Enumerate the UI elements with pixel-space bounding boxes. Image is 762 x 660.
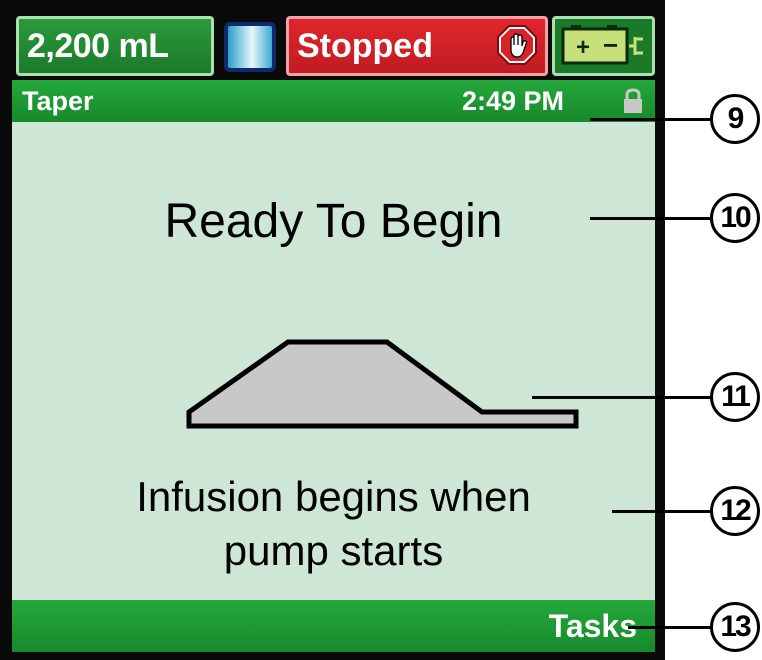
callout-13: 13 [710,602,760,652]
status-bar: 2,200 mL Stopped + − [12,12,655,80]
pump-status-text: Stopped [297,27,433,65]
callout-line-9 [590,118,712,121]
volume-value: 2,200 mL [27,27,169,65]
message-line-2: pump starts [223,527,444,574]
ready-title: Ready To Begin [164,195,503,248]
svg-text:+: + [576,34,590,61]
taper-profile-graphic [186,339,579,429]
tasks-button[interactable]: Tasks [549,600,637,652]
callout-line-11 [532,396,712,399]
message-line-1: Infusion begins when [136,473,531,520]
infusion-message: Infusion begins when pump starts [12,470,655,578]
callout-line-10 [590,217,712,220]
pump-status-indicator: Stopped [286,16,548,76]
lock-icon [624,88,642,113]
pump-screen: 2,200 mL Stopped + − Taper 2:49 PM Ready… [12,12,655,652]
volume-indicator: 2,200 mL [16,16,214,76]
battery-plugged-icon: + − [561,25,643,65]
svg-text:−: − [603,30,618,60]
callout-line-12 [612,510,712,513]
stop-hand-icon [497,25,537,65]
title-bar: Taper 2:49 PM [12,80,655,122]
callout-11: 11 [710,372,760,422]
callout-line-13 [628,626,712,629]
callout-9: 9 [710,94,760,144]
battery-indicator: + − [552,16,655,76]
callout-12: 12 [710,486,760,536]
softkey-bar: Tasks [12,600,655,652]
pump-device: 2,200 mL Stopped + − Taper 2:49 PM Ready… [0,0,665,660]
iv-bag-icon [224,22,276,72]
infusion-mode-label: Taper [22,86,94,116]
callout-10: 10 [710,193,760,243]
clock-time: 2:49 PM [462,86,565,116]
